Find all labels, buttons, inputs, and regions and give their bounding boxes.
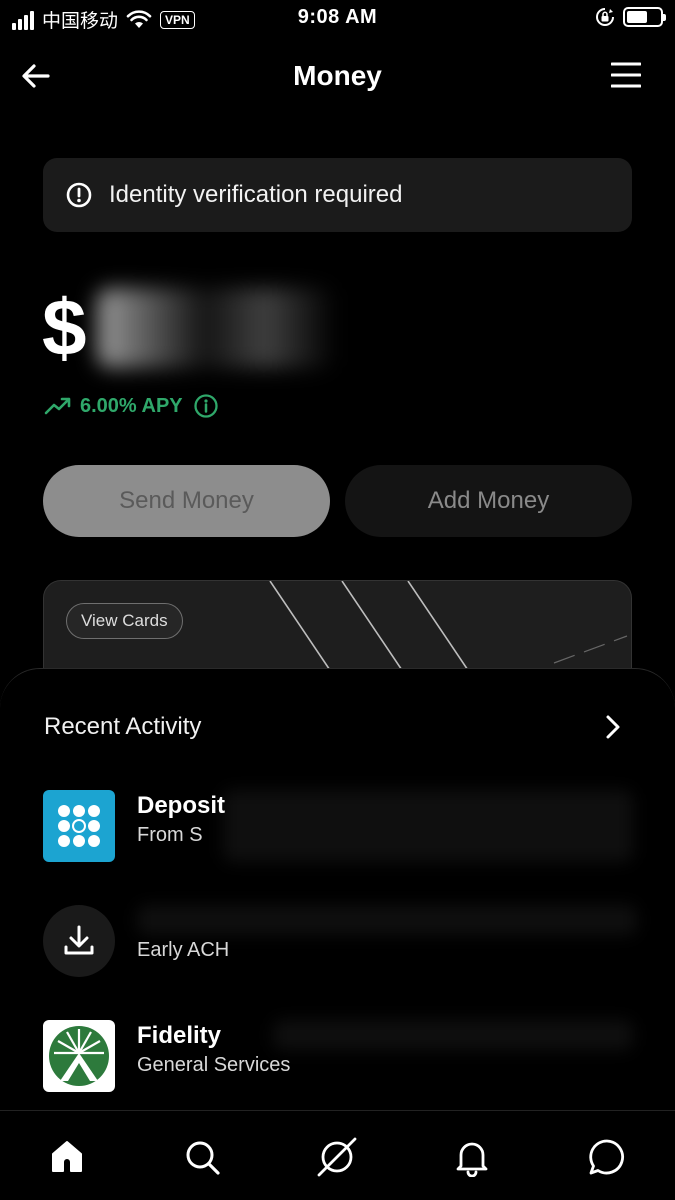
recent-activity-title: Recent Activity bbox=[44, 713, 202, 740]
activity-item-deposit[interactable]: Deposit From S bbox=[43, 790, 643, 862]
redacted-region bbox=[273, 1020, 633, 1050]
activity-subtitle: General Services bbox=[137, 1054, 291, 1076]
send-money-button[interactable]: Send Money bbox=[43, 465, 330, 537]
tab-home[interactable] bbox=[45, 1135, 89, 1179]
apy-row: 6.00% APY bbox=[44, 393, 219, 419]
tab-discover[interactable] bbox=[315, 1135, 359, 1179]
battery-icon bbox=[623, 7, 666, 27]
alert-text: Identity verification required bbox=[109, 181, 403, 208]
activity-subtitle: From S bbox=[137, 824, 203, 846]
tab-search[interactable] bbox=[180, 1135, 224, 1179]
bell-icon bbox=[456, 1142, 488, 1177]
money-screen: 中国移动 VPN 9:08 AM Money Identity verifica… bbox=[0, 0, 675, 1200]
chat-icon bbox=[589, 1139, 624, 1175]
apy-label: 6.00% APY bbox=[80, 394, 183, 417]
redacted-region bbox=[223, 790, 633, 862]
status-right bbox=[595, 7, 666, 27]
redacted-region bbox=[137, 905, 637, 935]
view-cards-button[interactable]: View Cards bbox=[66, 603, 183, 639]
orbit-icon bbox=[317, 1137, 357, 1177]
page-title: Money bbox=[293, 60, 382, 91]
trending-up-icon bbox=[44, 397, 71, 415]
home-icon bbox=[52, 1141, 82, 1172]
search-icon bbox=[186, 1141, 220, 1175]
fidelity-logo-icon bbox=[43, 1020, 115, 1092]
activity-item-fidelity[interactable]: Fidelity General Services bbox=[43, 1020, 643, 1092]
deposit-dots-icon bbox=[43, 790, 115, 862]
balance-redacted bbox=[96, 288, 337, 368]
tab-notifications[interactable] bbox=[450, 1135, 494, 1179]
balance: $ bbox=[42, 278, 337, 378]
download-icon bbox=[43, 905, 115, 977]
hamburger-menu-icon[interactable] bbox=[611, 60, 641, 90]
activity-subtitle: Early ACH bbox=[137, 939, 230, 961]
status-time: 9:08 AM bbox=[297, 6, 378, 28]
nav-bar: Money bbox=[0, 48, 675, 104]
add-money-button[interactable]: Add Money bbox=[345, 465, 632, 537]
info-icon[interactable] bbox=[193, 393, 219, 419]
recent-activity-sheet: Recent Activity Deposit From S Early ACH… bbox=[0, 668, 675, 1118]
rotation-lock-icon bbox=[596, 8, 614, 26]
chevron-right-icon[interactable] bbox=[601, 713, 625, 741]
tab-messages[interactable] bbox=[585, 1135, 629, 1179]
status-bar: 中国移动 VPN 9:08 AM bbox=[0, 0, 675, 40]
balance-currency-symbol: $ bbox=[42, 283, 87, 372]
activity-item-early-ach[interactable]: Early ACH bbox=[43, 905, 643, 977]
activity-title: Fidelity bbox=[137, 1022, 222, 1049]
activity-title: Deposit bbox=[137, 792, 226, 819]
exclamation-circle-icon bbox=[66, 182, 92, 208]
tab-bar bbox=[0, 1110, 675, 1200]
identity-verification-alert[interactable]: Identity verification required bbox=[43, 158, 632, 232]
